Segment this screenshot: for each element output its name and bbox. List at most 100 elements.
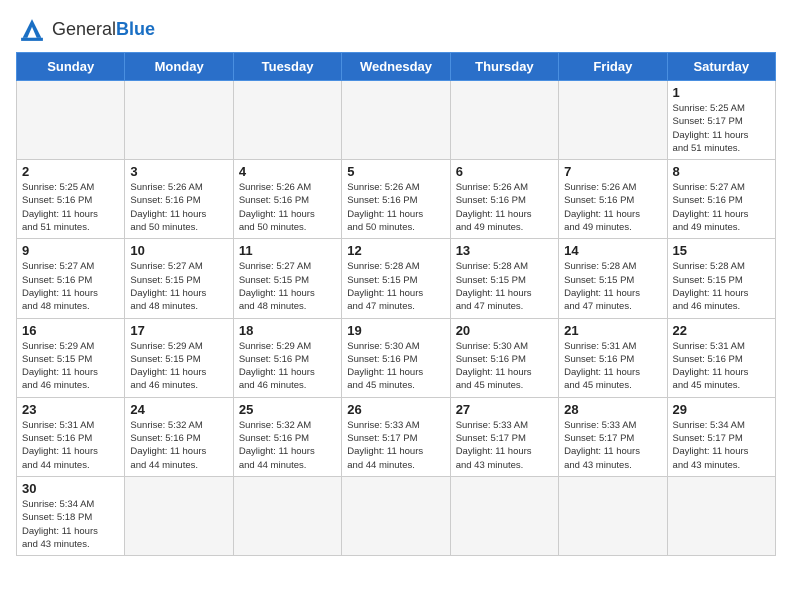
- day-info: Sunrise: 5:31 AM Sunset: 5:16 PM Dayligh…: [673, 340, 770, 393]
- calendar-cell: 3 Sunrise: 5:26 AM Sunset: 5:16 PM Daylig…: [125, 160, 233, 239]
- day-number: 3: [130, 164, 227, 179]
- calendar-cell: 10Sunrise: 5:27 AM Sunset: 5:15 PM Dayli…: [125, 239, 233, 318]
- day-info: Sunrise: 5:34 AM Sunset: 5:17 PM Dayligh…: [673, 419, 770, 472]
- day-info: Sunrise: 5:34 AM Sunset: 5:18 PM Dayligh…: [22, 498, 119, 551]
- calendar-cell: 24 Sunrise: 5:32 AM Sunset: 5:16 PM Dayli…: [125, 397, 233, 476]
- calendar-cell: 30Sunrise: 5:34 AM Sunset: 5:18 PM Dayli…: [17, 476, 125, 555]
- week-row-3: 9 Sunrise: 5:27 AM Sunset: 5:16 PM Daylig…: [17, 239, 776, 318]
- day-number: 12: [347, 243, 444, 258]
- calendar-cell: 19Sunrise: 5:30 AM Sunset: 5:16 PM Dayli…: [342, 318, 450, 397]
- calendar-cell: 12 Sunrise: 5:28 AM Sunset: 5:15 PM Dayli…: [342, 239, 450, 318]
- day-number: 6: [456, 164, 553, 179]
- day-info: Sunrise: 5:33 AM Sunset: 5:17 PM Dayligh…: [564, 419, 661, 472]
- col-header-saturday: Saturday: [667, 53, 775, 81]
- day-number: 18: [239, 323, 336, 338]
- calendar-cell: 4 Sunrise: 5:26 AM Sunset: 5:16 PM Daylig…: [233, 160, 341, 239]
- day-number: 20: [456, 323, 553, 338]
- day-info: Sunrise: 5:27 AM Sunset: 5:16 PM Dayligh…: [673, 181, 770, 234]
- week-row-6: 30Sunrise: 5:34 AM Sunset: 5:18 PM Dayli…: [17, 476, 776, 555]
- calendar-cell: 2Sunrise: 5:25 AM Sunset: 5:16 PM Daylig…: [17, 160, 125, 239]
- day-info: Sunrise: 5:31 AM Sunset: 5:16 PM Dayligh…: [22, 419, 119, 472]
- calendar-cell: 8 Sunrise: 5:27 AM Sunset: 5:16 PM Daylig…: [667, 160, 775, 239]
- week-row-5: 23 Sunrise: 5:31 AM Sunset: 5:16 PM Dayli…: [17, 397, 776, 476]
- day-number: 11: [239, 243, 336, 258]
- day-info: Sunrise: 5:30 AM Sunset: 5:16 PM Dayligh…: [347, 340, 444, 393]
- col-header-sunday: Sunday: [17, 53, 125, 81]
- logo-icon: [16, 16, 48, 44]
- calendar-cell: [450, 81, 558, 160]
- calendar-cell: 18Sunrise: 5:29 AM Sunset: 5:16 PM Dayli…: [233, 318, 341, 397]
- day-number: 8: [673, 164, 770, 179]
- day-number: 15: [673, 243, 770, 258]
- day-info: Sunrise: 5:28 AM Sunset: 5:15 PM Dayligh…: [564, 260, 661, 313]
- calendar-cell: 29Sunrise: 5:34 AM Sunset: 5:17 PM Dayli…: [667, 397, 775, 476]
- day-info: Sunrise: 5:28 AM Sunset: 5:15 PM Dayligh…: [347, 260, 444, 313]
- calendar-cell: [559, 81, 667, 160]
- week-row-4: 16 Sunrise: 5:29 AM Sunset: 5:15 PM Dayli…: [17, 318, 776, 397]
- day-headers-row: SundayMondayTuesdayWednesdayThursdayFrid…: [17, 53, 776, 81]
- col-header-wednesday: Wednesday: [342, 53, 450, 81]
- day-number: 28: [564, 402, 661, 417]
- calendar-cell: 7 Sunrise: 5:26 AM Sunset: 5:16 PM Daylig…: [559, 160, 667, 239]
- day-number: 17: [130, 323, 227, 338]
- col-header-monday: Monday: [125, 53, 233, 81]
- day-info: Sunrise: 5:26 AM Sunset: 5:16 PM Dayligh…: [456, 181, 553, 234]
- calendar-cell: 13 Sunrise: 5:28 AM Sunset: 5:15 PM Dayli…: [450, 239, 558, 318]
- calendar-cell: [125, 81, 233, 160]
- calendar-cell: [233, 81, 341, 160]
- day-info: Sunrise: 5:27 AM Sunset: 5:16 PM Dayligh…: [22, 260, 119, 313]
- calendar-cell: [450, 476, 558, 555]
- day-number: 16: [22, 323, 119, 338]
- calendar-cell: 11Sunrise: 5:27 AM Sunset: 5:15 PM Dayli…: [233, 239, 341, 318]
- calendar-cell: 26 Sunrise: 5:33 AM Sunset: 5:17 PM Dayli…: [342, 397, 450, 476]
- week-row-1: 1Sunrise: 5:25 AM Sunset: 5:17 PM Daylig…: [17, 81, 776, 160]
- calendar-cell: 16 Sunrise: 5:29 AM Sunset: 5:15 PM Dayli…: [17, 318, 125, 397]
- col-header-tuesday: Tuesday: [233, 53, 341, 81]
- day-number: 4: [239, 164, 336, 179]
- day-number: 22: [673, 323, 770, 338]
- calendar-cell: 5Sunrise: 5:26 AM Sunset: 5:16 PM Daylig…: [342, 160, 450, 239]
- calendar-cell: 17 Sunrise: 5:29 AM Sunset: 5:15 PM Dayli…: [125, 318, 233, 397]
- calendar-cell: [17, 81, 125, 160]
- day-info: Sunrise: 5:26 AM Sunset: 5:16 PM Dayligh…: [239, 181, 336, 234]
- calendar-cell: 28 Sunrise: 5:33 AM Sunset: 5:17 PM Dayli…: [559, 397, 667, 476]
- calendar-cell: 20Sunrise: 5:30 AM Sunset: 5:16 PM Dayli…: [450, 318, 558, 397]
- day-info: Sunrise: 5:32 AM Sunset: 5:16 PM Dayligh…: [239, 419, 336, 472]
- day-info: Sunrise: 5:29 AM Sunset: 5:15 PM Dayligh…: [22, 340, 119, 393]
- day-info: Sunrise: 5:26 AM Sunset: 5:16 PM Dayligh…: [564, 181, 661, 234]
- day-info: Sunrise: 5:33 AM Sunset: 5:17 PM Dayligh…: [456, 419, 553, 472]
- day-number: 10: [130, 243, 227, 258]
- day-number: 23: [22, 402, 119, 417]
- calendar-cell: [342, 476, 450, 555]
- day-info: Sunrise: 5:26 AM Sunset: 5:16 PM Dayligh…: [130, 181, 227, 234]
- calendar-cell: [559, 476, 667, 555]
- day-number: 24: [130, 402, 227, 417]
- day-info: Sunrise: 5:32 AM Sunset: 5:16 PM Dayligh…: [130, 419, 227, 472]
- calendar-cell: 27 Sunrise: 5:33 AM Sunset: 5:17 PM Dayli…: [450, 397, 558, 476]
- day-number: 26: [347, 402, 444, 417]
- col-header-friday: Friday: [559, 53, 667, 81]
- day-number: 14: [564, 243, 661, 258]
- logo-text: GeneralBlue: [52, 20, 155, 40]
- day-number: 7: [564, 164, 661, 179]
- day-number: 13: [456, 243, 553, 258]
- day-number: 27: [456, 402, 553, 417]
- calendar-cell: 22 Sunrise: 5:31 AM Sunset: 5:16 PM Dayli…: [667, 318, 775, 397]
- day-number: 25: [239, 402, 336, 417]
- day-number: 5: [347, 164, 444, 179]
- calendar-cell: 14 Sunrise: 5:28 AM Sunset: 5:15 PM Dayli…: [559, 239, 667, 318]
- calendar-cell: [667, 476, 775, 555]
- page-header: GeneralBlue: [16, 16, 776, 44]
- calendar-cell: [342, 81, 450, 160]
- day-info: Sunrise: 5:25 AM Sunset: 5:17 PM Dayligh…: [673, 102, 770, 155]
- calendar-cell: 9 Sunrise: 5:27 AM Sunset: 5:16 PM Daylig…: [17, 239, 125, 318]
- day-number: 9: [22, 243, 119, 258]
- calendar-cell: [125, 476, 233, 555]
- week-row-2: 2Sunrise: 5:25 AM Sunset: 5:16 PM Daylig…: [17, 160, 776, 239]
- day-number: 21: [564, 323, 661, 338]
- day-info: Sunrise: 5:28 AM Sunset: 5:15 PM Dayligh…: [456, 260, 553, 313]
- day-info: Sunrise: 5:33 AM Sunset: 5:17 PM Dayligh…: [347, 419, 444, 472]
- day-info: Sunrise: 5:29 AM Sunset: 5:15 PM Dayligh…: [130, 340, 227, 393]
- calendar-cell: 23 Sunrise: 5:31 AM Sunset: 5:16 PM Dayli…: [17, 397, 125, 476]
- day-info: Sunrise: 5:28 AM Sunset: 5:15 PM Dayligh…: [673, 260, 770, 313]
